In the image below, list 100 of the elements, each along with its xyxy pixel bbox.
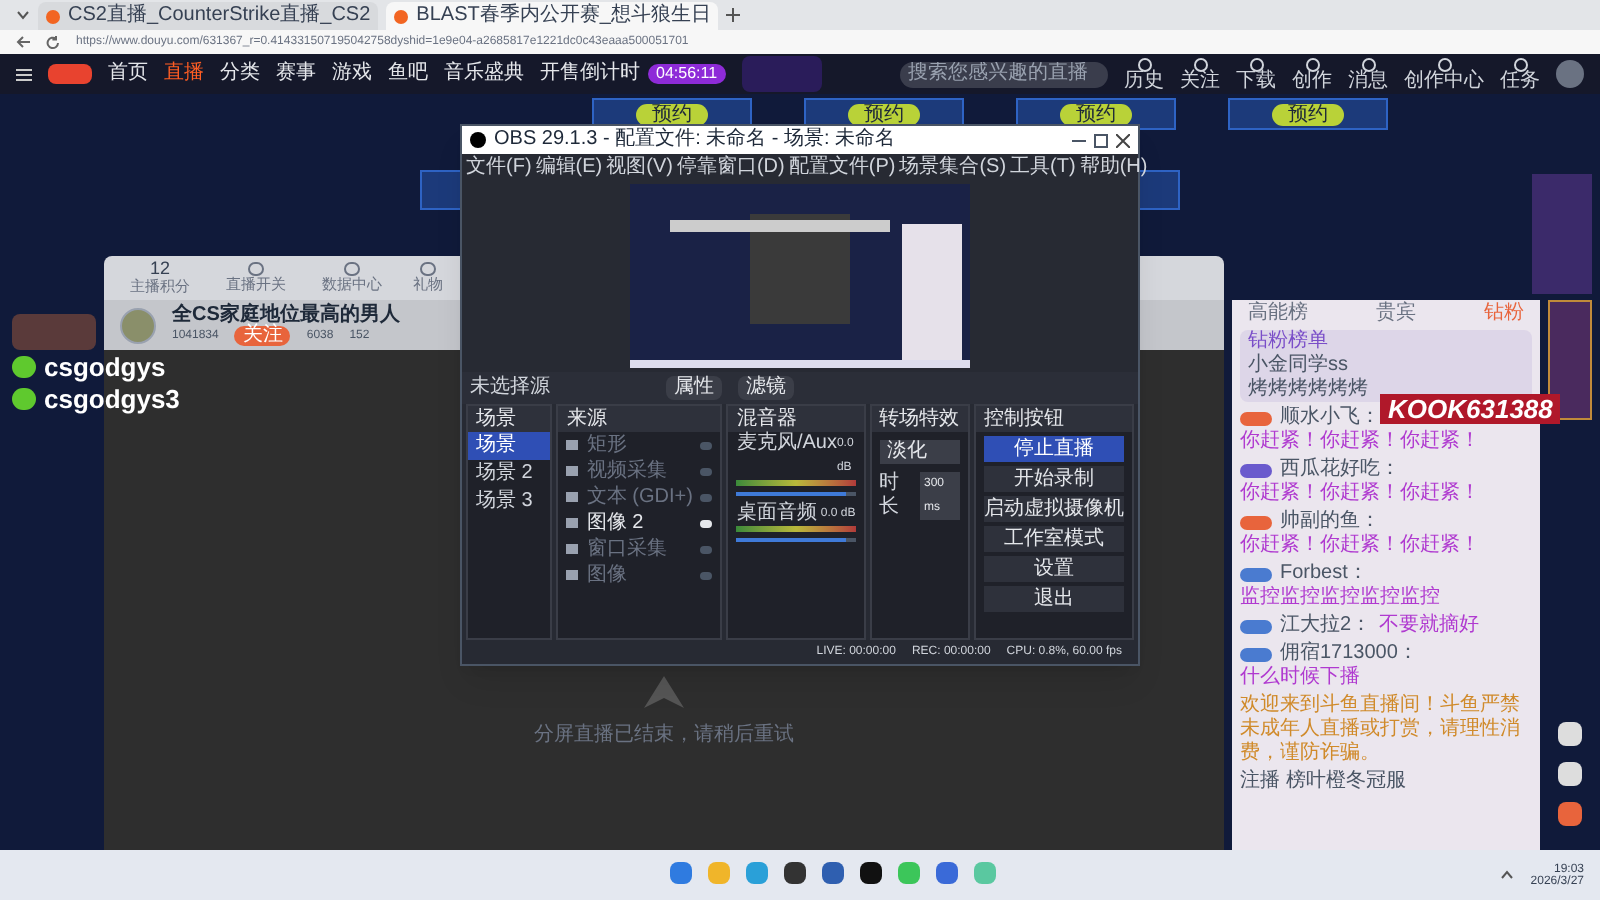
promo-text: KOOK631388	[1380, 394, 1561, 424]
menu-item[interactable]: 场景集合(S)	[899, 155, 1007, 179]
taskbar-app-icon[interactable]	[860, 862, 882, 884]
chevron-down-icon[interactable]	[16, 10, 30, 20]
nav-action-label[interactable]: 下载	[1236, 71, 1276, 91]
nav-action-label[interactable]: 历史	[1124, 71, 1164, 91]
dock-title: 控制按钮	[976, 406, 1132, 432]
nav-action-label[interactable]: 消息	[1348, 71, 1388, 91]
back-arrow-icon[interactable]	[16, 36, 30, 48]
chat-tab[interactable]: 贵宾	[1376, 302, 1416, 326]
reserve-button[interactable]: 预约	[848, 103, 920, 125]
wechat-id: csgodgys	[44, 352, 166, 382]
source-type-icon	[566, 570, 579, 580]
chat-message: 你赶紧！你赶紧！你赶紧！	[1240, 482, 1480, 506]
tab-favicon-icon	[46, 9, 60, 23]
side-tool-icon[interactable]	[1558, 722, 1582, 746]
toolbar-icon[interactable]	[344, 261, 360, 275]
menu-item[interactable]: 帮助(H)	[1079, 155, 1148, 179]
search-field[interactable]: 搜索您感兴趣的直播	[900, 61, 1108, 87]
menu-item[interactable]: 工具(T)	[1010, 155, 1076, 179]
nav-action-icon[interactable]	[1437, 57, 1451, 71]
reserve-button[interactable]: 预约	[1272, 103, 1344, 125]
menu-item[interactable]: 视图(V)	[606, 155, 673, 179]
menu-item[interactable]: 配置文件(P)	[788, 155, 896, 179]
chat-message: 监控监控监控监控监控	[1240, 586, 1440, 610]
menu-item[interactable]: 文件(F)	[466, 155, 532, 179]
control-button[interactable]: 启动虚拟摄像机	[984, 496, 1124, 522]
transition-select[interactable]: 淡化	[879, 440, 960, 464]
maximize-icon[interactable]	[1094, 133, 1108, 147]
toolbar-icon[interactable]	[248, 261, 264, 275]
control-button[interactable]: 开始录制	[984, 466, 1124, 492]
nav-link[interactable]: 赛事	[276, 62, 316, 86]
control-button[interactable]: 退出	[984, 586, 1124, 612]
source-toolbar-button[interactable]: 属性	[666, 376, 722, 400]
browser-tab[interactable]: BLAST春季内公开赛_想斗狼生日	[386, 2, 719, 30]
nav-action-icon[interactable]	[1137, 57, 1151, 71]
reserve-button[interactable]: 预约	[636, 103, 708, 125]
room-title: 全CS家庭地位最高的男人	[172, 304, 400, 326]
nav-action-label[interactable]: 关注	[1180, 71, 1220, 91]
nav-link[interactable]: 直播	[164, 62, 204, 86]
nav-action-label[interactable]: 任务	[1500, 71, 1540, 91]
streamer-avatar	[120, 307, 156, 343]
scene-item[interactable]: 场景	[468, 432, 551, 460]
nav-action-icon[interactable]	[1361, 57, 1375, 71]
taskbar-app-icon[interactable]	[784, 862, 806, 884]
tab-title: BLAST春季内公开赛_想斗狼生日	[416, 4, 711, 28]
chat-tab[interactable]: 高能榜	[1248, 302, 1308, 326]
plus-icon[interactable]	[726, 8, 741, 22]
channel-name: 桌面音频	[736, 502, 817, 526]
wechat-id: csgodgys3	[44, 384, 180, 414]
nav-action-icon[interactable]	[1193, 57, 1207, 71]
control-button[interactable]: 工作室模式	[984, 526, 1124, 552]
nav-action-icon[interactable]	[1249, 57, 1263, 71]
nav-action-label[interactable]: 创作	[1292, 71, 1332, 91]
dock-title: 混音器	[728, 406, 864, 432]
source-type-icon	[566, 518, 579, 528]
rank-entry: 小金同学ss	[1248, 354, 1350, 377]
chat-message: 不要就摘好	[1379, 614, 1480, 638]
reload-icon[interactable]	[46, 35, 60, 49]
nav-link[interactable]: 首页	[108, 62, 148, 86]
scene-item[interactable]: 场景 3	[468, 488, 551, 516]
nav-action-icon[interactable]	[1513, 57, 1527, 71]
player-notice: 分屏直播已结束，请稍后重试	[534, 721, 794, 750]
control-button[interactable]: 设置	[984, 556, 1124, 582]
reserve-button[interactable]: 预约	[1060, 103, 1132, 125]
chevron-up-icon[interactable]	[1500, 870, 1515, 880]
chat-username: 江大拉2：	[1280, 614, 1372, 638]
nav-action-label[interactable]: 创作中心	[1404, 71, 1484, 91]
avatar-icon[interactable]	[1556, 60, 1584, 88]
countdown-badge: 04:56:11	[648, 64, 726, 84]
chat-username: 帅副的鱼：	[1280, 510, 1380, 533]
toolbar-icon[interactable]	[420, 261, 436, 275]
dock-title: 场景	[468, 406, 551, 432]
side-tool-icon[interactable]	[1558, 802, 1582, 826]
wechat-icon	[12, 388, 36, 410]
nav-action-icon[interactable]	[1305, 57, 1319, 71]
chat-username: 佣宿1713000：	[1280, 642, 1418, 665]
minimize-icon[interactable]	[1072, 139, 1086, 141]
side-tool-icon[interactable]	[1558, 762, 1582, 786]
browser-tab[interactable]: CS2直播_CounterStrike直播_CS2	[38, 2, 379, 30]
dock-title: 来源	[558, 406, 721, 432]
tab-title: CS2直播_CounterStrike直播_CS2	[68, 4, 371, 28]
source-item[interactable]: 图像 2	[558, 510, 721, 536]
nav-link[interactable]: 分类	[220, 62, 260, 86]
nav-link[interactable]: 音乐盛典	[444, 62, 524, 86]
countdown-label: 开售倒计时	[540, 62, 640, 86]
chat-message: 你赶紧！你赶紧！你赶紧！	[1240, 430, 1480, 454]
menu-item[interactable]: 停靠窗口(D)	[676, 155, 785, 179]
nav-link[interactable]: 鱼吧	[388, 62, 428, 86]
nav-link[interactable]: 游戏	[332, 62, 372, 86]
eye-icon[interactable]	[700, 519, 713, 527]
menu-icon[interactable]	[16, 67, 32, 81]
site-logo-icon[interactable]	[48, 64, 92, 84]
source-toolbar-button[interactable]: 滤镜	[738, 376, 794, 400]
control-button[interactable]: 停止直播	[984, 436, 1124, 462]
scene-item[interactable]: 场景 2	[468, 460, 551, 488]
menu-item[interactable]: 编辑(E)	[535, 155, 603, 179]
wechat-icon	[12, 356, 36, 378]
source-type-icon	[566, 440, 579, 450]
audio-meter	[736, 526, 856, 532]
